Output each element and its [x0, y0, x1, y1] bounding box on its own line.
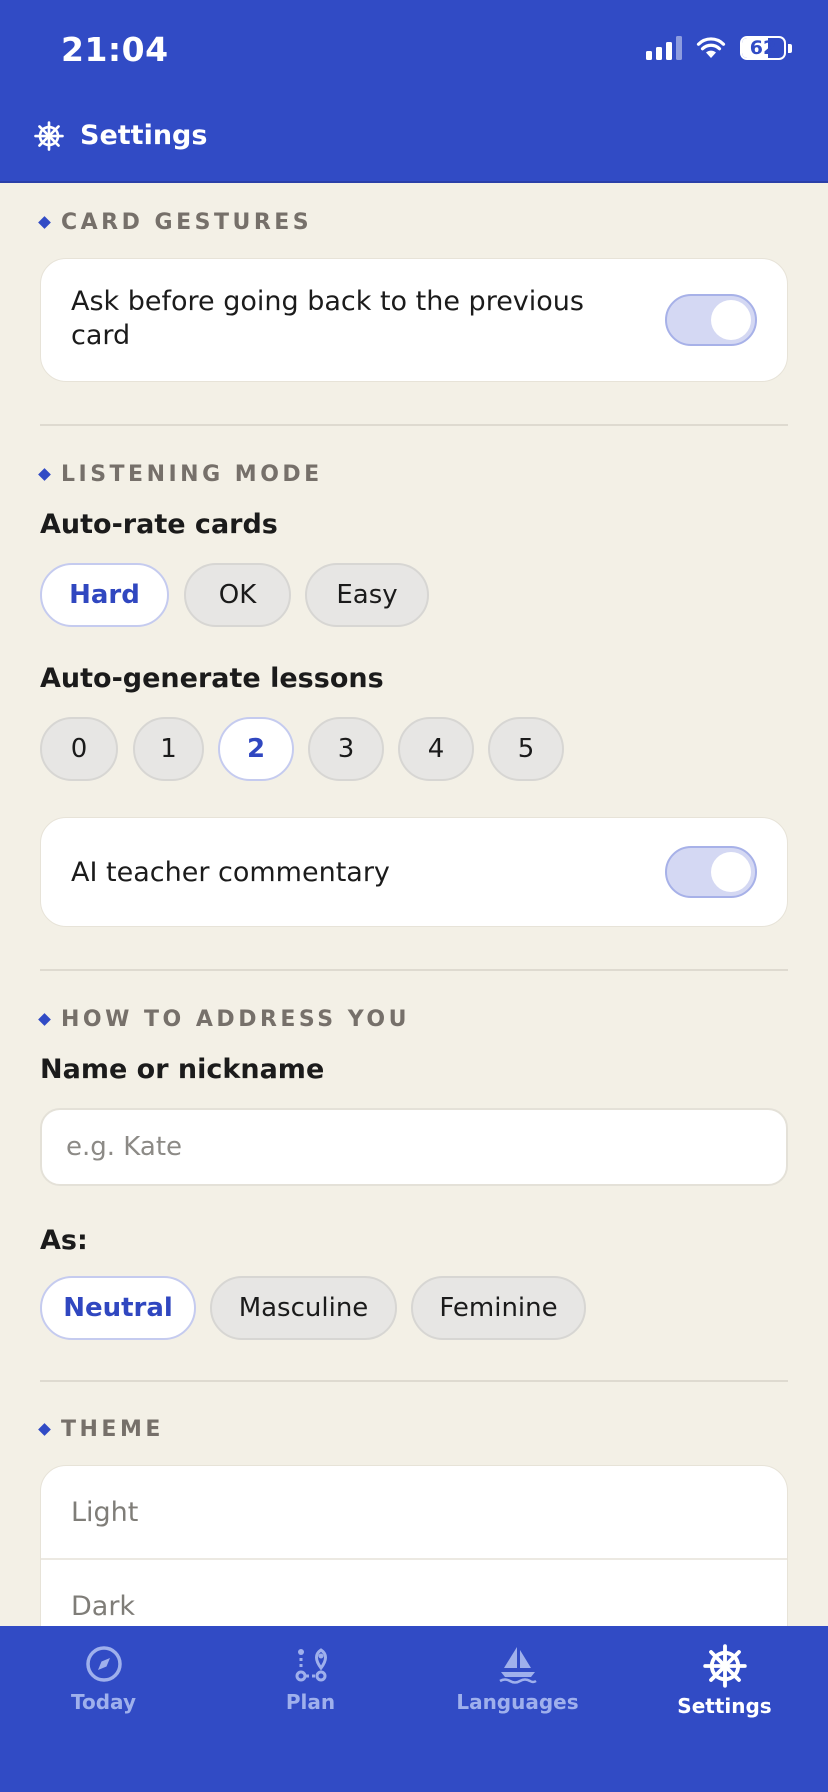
auto-generate-5-chip[interactable]: 5 — [488, 717, 564, 781]
theme-options-card: Light Dark — [40, 1465, 788, 1626]
sailboat-icon — [498, 1647, 537, 1684]
header: Settings — [34, 120, 207, 151]
section-heading-text: HOW TO ADDRESS YOU — [61, 1007, 410, 1032]
top-bar: 21:04 62 Settings — [0, 0, 828, 183]
ai-commentary-card: AI teacher commentary — [40, 817, 788, 927]
as-masculine-chip[interactable]: Masculine — [210, 1276, 397, 1340]
auto-generate-label: Auto-generate lessons — [40, 663, 384, 694]
name-input[interactable] — [40, 1108, 788, 1186]
auto-generate-2-chip[interactable]: 2 — [218, 717, 294, 781]
tab-languages[interactable]: Languages — [414, 1644, 621, 1734]
section-heading-card-gestures: CARD GESTURES — [38, 210, 313, 235]
status-icons: 62 — [646, 36, 792, 60]
tab-today[interactable]: Today — [0, 1644, 207, 1734]
auto-generate-3-chip[interactable]: 3 — [308, 717, 384, 781]
auto-rate-ok-chip[interactable]: OK — [184, 563, 291, 627]
section-heading-listening-mode: LISTENING MODE — [38, 462, 323, 487]
section-divider — [40, 1380, 788, 1382]
auto-rate-hard-chip[interactable]: Hard — [40, 563, 169, 627]
tab-bar: Today Plan Languages Settings — [0, 1626, 828, 1792]
diamond-bullet-icon — [38, 1013, 51, 1026]
theme-option-light[interactable]: Light — [41, 1466, 787, 1558]
tab-label: Settings — [677, 1694, 772, 1718]
section-heading-text: THEME — [61, 1417, 164, 1442]
battery-percent: 62 — [749, 37, 777, 59]
ai-commentary-label: AI teacher commentary — [71, 857, 390, 888]
section-divider — [40, 969, 788, 971]
auto-rate-easy-chip[interactable]: Easy — [305, 563, 429, 627]
tab-label: Plan — [285, 1690, 336, 1714]
toggle-knob — [711, 852, 751, 892]
section-heading-text: LISTENING MODE — [61, 462, 323, 487]
diamond-bullet-icon — [38, 216, 51, 229]
auto-generate-4-chip[interactable]: 4 — [398, 717, 474, 781]
page-title: Settings — [80, 120, 208, 151]
section-divider — [40, 424, 788, 426]
ask-before-back-label: Ask before going back to the previous ca… — [71, 286, 584, 351]
battery-tip — [788, 43, 792, 53]
name-label: Name or nickname — [40, 1054, 325, 1085]
ai-commentary-toggle[interactable] — [665, 846, 757, 898]
ship-wheel-icon — [34, 120, 64, 151]
theme-option-dark[interactable]: Dark — [41, 1560, 787, 1626]
ask-before-back-toggle[interactable] — [665, 294, 757, 346]
as-label: As: — [40, 1225, 88, 1256]
cellular-signal-icon — [646, 36, 682, 60]
auto-generate-0-chip[interactable]: 0 — [40, 717, 118, 781]
compass-icon — [85, 1646, 122, 1682]
status-time: 21:04 — [61, 30, 169, 69]
auto-rate-label: Auto-rate cards — [40, 509, 278, 540]
card-gestures-card: Ask before going back to the previous ca… — [40, 258, 788, 382]
section-heading-text: CARD GESTURES — [61, 210, 313, 235]
auto-generate-1-chip[interactable]: 1 — [133, 717, 204, 781]
tab-settings[interactable]: Settings — [621, 1644, 828, 1734]
section-heading-address: HOW TO ADDRESS YOU — [38, 1007, 410, 1032]
diamond-bullet-icon — [38, 1423, 51, 1436]
ship-wheel-icon — [702, 1644, 747, 1688]
tab-plan[interactable]: Plan — [207, 1644, 414, 1734]
tab-label: Today — [71, 1690, 136, 1714]
tab-label: Languages — [456, 1690, 579, 1714]
toggle-knob — [711, 300, 751, 340]
battery-icon: 62 — [740, 36, 786, 60]
as-neutral-chip[interactable]: Neutral — [40, 1276, 196, 1340]
settings-scroll-area[interactable]: CARD GESTURES Ask before going back to t… — [0, 185, 828, 1626]
route-icon — [295, 1648, 327, 1682]
diamond-bullet-icon — [38, 468, 51, 481]
section-heading-theme: THEME — [38, 1417, 164, 1442]
as-feminine-chip[interactable]: Feminine — [411, 1276, 586, 1340]
wifi-icon — [696, 37, 726, 58]
